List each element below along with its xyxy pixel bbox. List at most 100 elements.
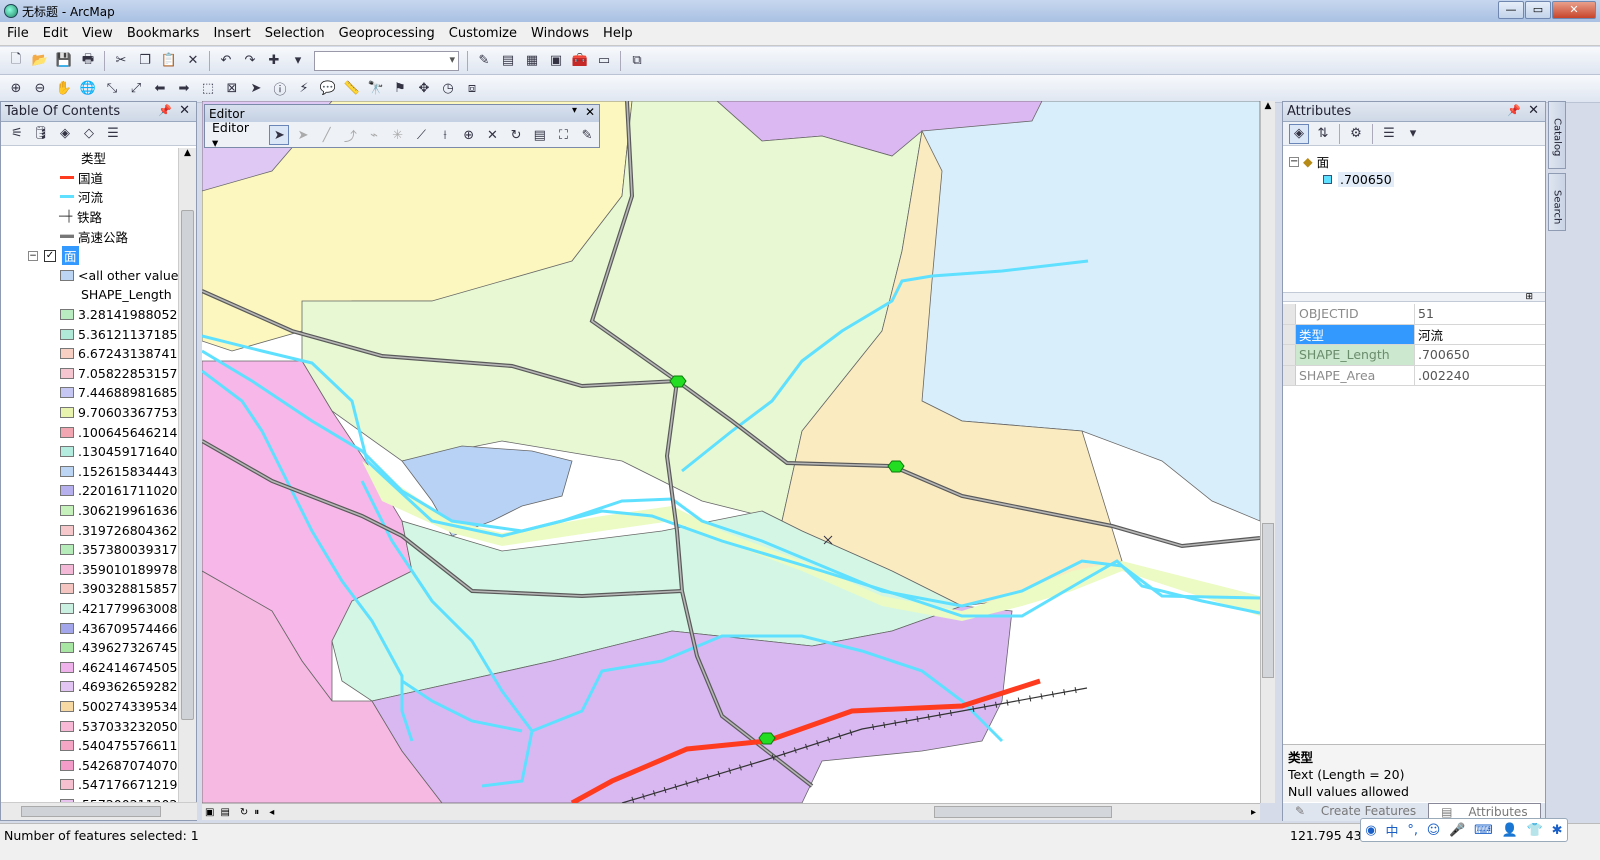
find-binoculars-icon[interactable]: 🔭 [366,79,386,99]
modelbuilder-icon[interactable]: ⧉ [627,51,647,71]
editor-toolbar-icon[interactable]: ✎ [474,51,494,71]
collapse-icon[interactable]: − [28,250,38,261]
pause-drawing-icon[interactable]: ⏸ [254,807,259,818]
attribute-row[interactable]: OBJECTID 51 [1283,304,1545,325]
ime-skin-icon[interactable]: 👕 [1527,823,1543,838]
layout-view-icon[interactable]: ▤ [220,807,229,818]
forward-arrow-icon[interactable]: ➡ [174,79,194,99]
straight-segment-icon[interactable]: ╱ [317,125,337,145]
toc-options-icon[interactable]: ☰ [103,124,123,144]
attribute-value[interactable]: .700650 [1415,345,1545,365]
create-features-icon[interactable]: ✎ [577,125,597,145]
arctoolbox-icon[interactable]: 🧰 [570,51,590,71]
list-by-source-icon[interactable]: 🛢 [31,124,51,144]
new-document-icon[interactable]: 🗋 [6,51,26,71]
select-features-icon[interactable]: ⬚ [198,79,218,99]
editor-menu-button[interactable]: Editor ▾ [209,120,261,150]
copy-icon[interactable]: ❐ [135,51,155,71]
data-view-icon[interactable]: ▣ [205,807,214,818]
end-point-arc-icon[interactable]: ⤴ [341,125,361,145]
catalog-window-icon[interactable]: ▦ [522,51,542,71]
rotate-icon[interactable]: ↻ [506,125,526,145]
attribute-value[interactable]: 51 [1415,304,1545,324]
menu-windows[interactable]: Windows [524,26,596,41]
pin-icon[interactable]: 📌 [158,104,172,117]
split-icon[interactable]: ✕ [483,125,503,145]
show-features-icon[interactable]: ◈ [1289,123,1309,144]
close-icon[interactable]: ✕ [179,103,190,118]
html-popup-icon[interactable]: 💬 [318,79,338,99]
attributes-options-icon[interactable]: ☰ [1379,124,1399,144]
ime-punctuation-icon[interactable]: °, [1407,823,1418,838]
menu-bookmarks[interactable]: Bookmarks [120,26,207,41]
find-route-icon[interactable]: ⚑ [390,79,410,99]
menu-geoprocessing[interactable]: Geoprocessing [332,26,442,41]
scroll-thumb[interactable] [1262,523,1274,678]
attributes-icon[interactable]: ▤ [530,125,550,145]
scroll-thumb[interactable] [181,210,194,720]
clear-selection-icon[interactable]: ⊠ [222,79,242,99]
cut-polygons-icon[interactable]: ⊕ [459,125,479,145]
attribute-row[interactable]: SHAPE_Area .002240 [1283,365,1545,386]
menu-view[interactable]: View [75,26,120,41]
ime-user-icon[interactable]: 👤 [1502,823,1518,838]
python-window-icon[interactable]: ▭ [594,51,614,71]
menu-edit[interactable]: Edit [36,26,75,41]
save-icon[interactable]: 💾 [54,51,74,71]
refresh-icon[interactable]: ↻ [240,807,248,818]
toc-horizontal-scrollbar[interactable] [1,802,197,820]
ime-keyboard-icon[interactable]: ⌨ [1474,823,1493,838]
scroll-left-icon[interactable]: ◂ [269,807,274,818]
menu-help[interactable]: Help [596,26,640,41]
delete-icon[interactable]: ✕ [183,51,203,71]
back-arrow-icon[interactable]: ⬅ [150,79,170,99]
redo-icon[interactable]: ↷ [240,51,260,71]
close-button[interactable]: ✕ [1552,1,1596,19]
menu-file[interactable]: File [0,26,36,41]
create-viewer-window-icon[interactable]: ⧈ [462,79,482,99]
map-scale-combobox[interactable] [314,50,459,71]
attribute-row[interactable]: SHAPE_Length .700650 [1283,345,1545,366]
pan-hand-icon[interactable]: ✋ [54,79,74,99]
expand-icon[interactable]: ⊞ [1525,292,1533,302]
edit-annotation-icon[interactable]: ➤ [293,125,313,145]
map-canvas[interactable] [202,101,1260,803]
pin-icon[interactable]: 📌 [1507,104,1521,117]
add-data-dropdown-icon[interactable]: ▾ [288,51,308,71]
fixed-zoom-in-icon[interactable]: ⤡ [102,79,122,99]
full-extent-globe-icon[interactable]: 🌐 [78,79,98,99]
attribute-value[interactable]: .002240 [1415,366,1545,386]
close-icon[interactable]: ✕ [585,105,595,119]
search-window-icon[interactable]: ▣ [546,51,566,71]
ime-logo-icon[interactable]: ◉ [1365,823,1376,838]
ime-voice-icon[interactable]: 🎤 [1449,823,1465,838]
sort-icon[interactable]: ⇅ [1313,124,1333,144]
edit-tool-arrow-icon[interactable]: ➤ [269,125,290,145]
menu-customize[interactable]: Customize [442,26,524,41]
layer-name[interactable]: 面 [62,246,79,266]
editor-options-dropdown-icon[interactable]: ▾ [572,105,577,116]
zoom-in-icon[interactable]: ⊕ [6,79,26,99]
layer-options-icon[interactable]: ⚙ [1346,124,1366,144]
tree-feature-node[interactable]: .700650 [1323,172,1394,187]
list-by-selection-icon[interactable]: ◇ [79,124,99,144]
scroll-right-icon[interactable]: ▸ [1251,807,1256,818]
menu-selection[interactable]: Selection [258,26,332,41]
collapse-icon[interactable]: − [1289,156,1299,167]
paste-icon[interactable]: 📋 [159,51,179,71]
time-slider-icon[interactable]: ◷ [438,79,458,99]
scroll-up-icon[interactable]: ▲ [1261,101,1275,111]
ime-settings-icon[interactable]: ✱ [1552,823,1563,838]
reshape-icon[interactable]: ⟊ [435,125,455,145]
scroll-thumb[interactable] [21,806,161,817]
hyperlink-icon[interactable]: ⚡ [294,79,314,99]
measure-icon[interactable]: 📏 [342,79,362,99]
layer-visibility-checkbox[interactable]: ✓ [44,249,56,262]
attribute-value[interactable]: 河流 [1415,325,1545,345]
map-vertical-scrollbar[interactable]: ▲ [1260,101,1275,803]
ime-chinese-mode-icon[interactable]: 中 [1386,821,1399,840]
fixed-zoom-out-icon[interactable]: ⤢ [126,79,146,99]
list-by-drawing-order-icon[interactable]: ⚟ [7,124,27,144]
minimize-button[interactable]: — [1498,1,1524,19]
identify-icon[interactable]: ⓘ [270,79,290,99]
